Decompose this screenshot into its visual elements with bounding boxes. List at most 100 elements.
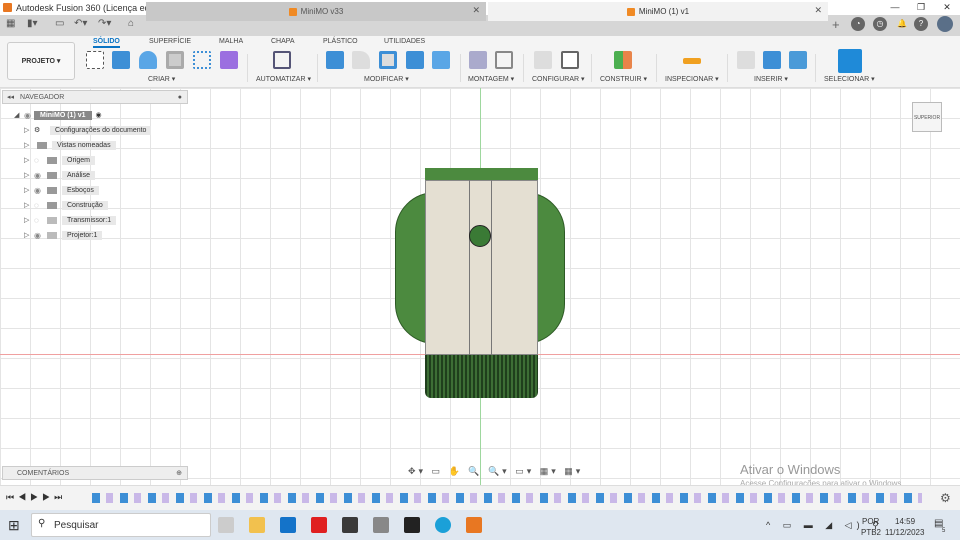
mail-icon[interactable] [280, 517, 296, 533]
tab-chapa[interactable]: CHAPA [271, 38, 295, 45]
eye-icon[interactable]: ◉ [34, 186, 44, 195]
tab-utilidades[interactable]: UTILIDADES [384, 38, 425, 45]
combine-icon[interactable] [406, 51, 424, 69]
home-icon[interactable]: ⌂ [128, 18, 134, 29]
shell-icon[interactable] [379, 51, 397, 69]
insert-derive-icon[interactable] [737, 51, 755, 69]
grid-menu-icon[interactable]: ▦ [6, 18, 15, 29]
collapse-icon[interactable]: ◂◂ [7, 93, 14, 101]
3d-viewport[interactable]: SUPERIOR [0, 88, 960, 485]
close-tab-icon[interactable]: ✕ [472, 5, 480, 16]
navigation-bar[interactable]: ✥▾ ▭ ✋ 🔍 🔍▾ ▭▾ ▦▾ ▦▾ [408, 466, 583, 477]
eye-hidden-icon[interactable]: ◌ [34, 201, 44, 210]
save-icon[interactable]: ▭ [55, 18, 64, 29]
new-component-icon[interactable] [469, 51, 487, 69]
close-button[interactable]: ✕ [934, 0, 960, 15]
comments-panel[interactable]: COMENTÁRIOS ⊕ [2, 466, 188, 480]
tab-solido[interactable]: SÓLIDO [93, 38, 120, 48]
tab-minimo-v33[interactable]: MiniMO v33 ✕ [146, 2, 486, 21]
tree-item[interactable]: ▷ ◉ Análise [24, 169, 95, 181]
joint-icon[interactable] [495, 51, 513, 69]
viewcube[interactable]: SUPERIOR [912, 102, 942, 132]
pin-icon[interactable]: ● [178, 94, 182, 101]
m-app-icon[interactable] [373, 517, 389, 533]
clock-date[interactable]: 11/12/2023 [885, 528, 924, 537]
keyboard-layout[interactable]: PTB2 [861, 528, 881, 537]
assemble-menu[interactable]: MONTAGEM ▾ [468, 75, 514, 83]
help-icon[interactable]: ? [914, 17, 928, 31]
automate-icon[interactable] [273, 51, 291, 69]
modify-menu[interactable]: MODIFICAR ▾ [364, 75, 409, 83]
project-button[interactable]: PROJETO ▾ [7, 42, 75, 80]
create-menu[interactable]: CRIAR ▾ [148, 75, 175, 83]
file-menu-icon[interactable]: ▮▾ [27, 18, 38, 29]
activate-icon[interactable]: ◉ [96, 111, 102, 119]
fillet-icon[interactable] [352, 51, 370, 69]
youtube-icon[interactable] [311, 517, 327, 533]
language[interactable]: POR [862, 517, 879, 526]
revolve-icon[interactable] [139, 51, 157, 69]
app-icon[interactable] [342, 517, 358, 533]
plane-icon[interactable] [614, 51, 632, 69]
fusion-taskbar-icon[interactable] [466, 517, 482, 533]
clock-time[interactable]: 14:59 [895, 517, 915, 526]
job-status-icon[interactable]: ◷ [873, 17, 887, 31]
redo-icon[interactable]: ↷▾ [98, 18, 111, 29]
tree-item[interactable]: ▷ ⚙ Configurações do documento [24, 124, 152, 136]
eye-icon[interactable]: ◉ [24, 111, 34, 120]
extrude-icon[interactable] [112, 51, 130, 69]
form-icon[interactable] [220, 51, 238, 69]
select-icon[interactable] [838, 49, 862, 73]
insert-image-icon[interactable] [789, 51, 807, 69]
measure-icon[interactable] [683, 58, 701, 64]
select-menu[interactable]: SELECIONAR ▾ [824, 75, 875, 83]
add-comment-icon[interactable]: ⊕ [176, 469, 182, 477]
amazon-icon[interactable] [404, 517, 420, 533]
tree-root[interactable]: ◢ ◉ MiniMO (1) v1 ◉ [14, 109, 102, 121]
tree-item[interactable]: ▷ ◉ Projetor:1 [24, 229, 103, 241]
eye-icon[interactable]: ◉ [34, 231, 44, 240]
construct-menu[interactable]: CONSTRUIR ▾ [600, 75, 647, 83]
tab-superficie[interactable]: SUPERFÍCIE [149, 38, 191, 45]
maximize-button[interactable]: ❐ [908, 0, 934, 15]
configure-menu[interactable]: CONFIGURAR ▾ [532, 75, 585, 83]
hole-icon[interactable] [166, 51, 184, 69]
timeline-playback-controls[interactable]: ⏮◀▶▶⏭ [6, 492, 66, 503]
undo-icon[interactable]: ↶▾ [74, 18, 87, 29]
new-tab-icon[interactable]: + [832, 17, 840, 32]
create-sketch-icon[interactable] [86, 51, 104, 69]
tab-minimo-1-v1[interactable]: MiniMO (1) v1 ✕ [488, 2, 828, 21]
tree-item[interactable]: ▷ ◌ Transmissor:1 [24, 214, 117, 226]
ribbon-toolbar: PROJETO ▾ SÓLIDO SUPERFÍCIE MALHA CHAPA … [0, 36, 960, 88]
tree-item[interactable]: ▷ ◉ Esboços [24, 184, 99, 196]
minimize-button[interactable]: — [882, 0, 908, 15]
inspect-menu[interactable]: INSPECIONAR ▾ [665, 75, 719, 83]
timeline-features[interactable] [92, 493, 922, 503]
timeline-settings-gear-icon[interactable]: ⚙ [940, 491, 951, 505]
insert-menu[interactable]: INSERIR ▾ [754, 75, 788, 83]
tree-item[interactable]: ▷ Vistas nomeadas [24, 139, 116, 151]
windows-start-icon[interactable]: ⊞ [8, 517, 20, 534]
tab-plastico[interactable]: PLÁSTICO [323, 38, 358, 45]
pattern-icon[interactable] [193, 51, 211, 69]
avatar[interactable] [937, 16, 953, 32]
edge-icon[interactable] [435, 517, 451, 533]
split-body-icon[interactable] [432, 51, 450, 69]
automate-menu[interactable]: AUTOMATIZAR ▾ [256, 75, 311, 83]
press-pull-icon[interactable] [326, 51, 344, 69]
tab-malha[interactable]: MALHA [219, 38, 243, 45]
tree-item[interactable]: ▷ ◌ Origem [24, 154, 95, 166]
notifications-icon[interactable]: 🔔 [895, 17, 909, 31]
insert-mcmaster-icon[interactable] [763, 51, 781, 69]
taskbar-search[interactable]: ⚲ Pesquisar [31, 513, 211, 537]
eye-hidden-icon[interactable]: ◌ [34, 156, 44, 165]
extensions-icon[interactable]: ◔ [851, 17, 865, 31]
task-view-icon[interactable] [218, 517, 234, 533]
close-tab-icon[interactable]: ✕ [814, 5, 822, 16]
file-explorer-icon[interactable] [249, 517, 265, 533]
eye-icon[interactable]: ◉ [34, 171, 44, 180]
table-icon[interactable] [561, 51, 579, 69]
parameters-icon[interactable] [534, 51, 552, 69]
tree-item[interactable]: ▷ ◌ Construção [24, 199, 108, 211]
eye-hidden-icon[interactable]: ◌ [34, 216, 44, 225]
